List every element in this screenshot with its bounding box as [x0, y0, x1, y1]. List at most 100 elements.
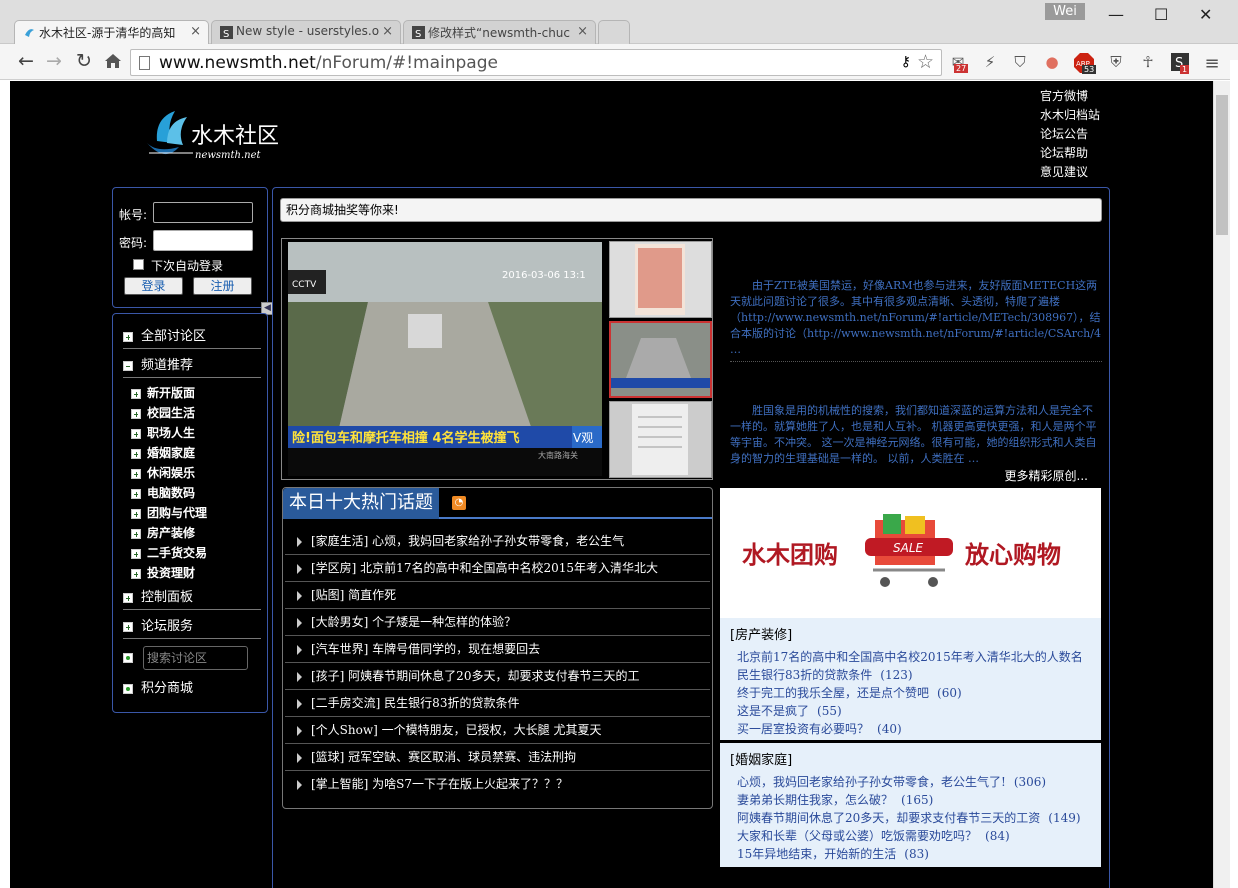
hot-topic-row[interactable]: [大龄男女] 个子矮是一种怎样的体验？	[285, 609, 710, 636]
hot-topic-row[interactable]: [二手房交流] 民生银行83折的贷款条件	[285, 690, 710, 717]
channel-label: 职场人生	[147, 426, 196, 440]
section-post[interactable]: 心烦，我妈回老家给孙子孙女带零食，老公生气了! (306)	[737, 773, 1046, 790]
nav-label: 积分商城	[141, 681, 194, 696]
extension-shield-icon[interactable]: ⛉	[1010, 53, 1030, 73]
address-bar[interactable]: www.newsmth.net/nForum/#!mainpage ⚷ ☆	[130, 49, 942, 76]
more-originals-link[interactable]: 更多精彩原创...	[1004, 468, 1088, 484]
hot-topic-row[interactable]: [家庭生活] 心烦，我妈回老家给孙子孙女带零食，老公生气	[285, 528, 710, 555]
notice-bar[interactable]: 积分商城抽奖等你来!	[280, 198, 1102, 222]
section-title[interactable]: [婚姻家庭]	[730, 749, 792, 768]
channel-item[interactable]: 休闲娱乐	[131, 463, 195, 483]
slider-thumb-2[interactable]	[609, 321, 712, 398]
expand-icon	[131, 548, 141, 559]
expand-icon	[131, 408, 141, 419]
scrollbar-thumb[interactable]	[1216, 95, 1228, 235]
profile-button[interactable]: Wei	[1045, 3, 1085, 20]
toolbar: ← → ↻ www.newsmth.net/nForum/#!mainpage …	[0, 44, 1238, 80]
reload-icon[interactable]: ↻	[76, 50, 92, 72]
channel-item[interactable]: 新开版面	[131, 383, 195, 403]
section-post[interactable]: 终于完工的我乐全屋，还是点个赞吧 (60)	[737, 684, 962, 701]
post-count: (40)	[877, 722, 902, 736]
remember-checkbox[interactable]	[133, 259, 144, 270]
section-title[interactable]: [房产装修]	[730, 624, 792, 643]
channel-item[interactable]: 房产装修	[131, 523, 195, 543]
tab-newsmth[interactable]: 水木社区-源于清华的高知 ×	[14, 20, 209, 44]
login-button[interactable]: 登录	[124, 277, 183, 295]
badge: 1	[1180, 65, 1190, 74]
extension-bolt-icon[interactable]: ⚡	[980, 53, 1000, 73]
nav-points-mall[interactable]: 积分商城	[123, 678, 261, 700]
link-weibo[interactable]: 官方微博	[1040, 87, 1100, 106]
page-viewport: 水木社区 newsmth.net 官方微博 水木归档站 论坛公告 论坛帮助 意见…	[10, 81, 1213, 888]
link-announcement[interactable]: 论坛公告	[1040, 125, 1100, 144]
new-tab-button[interactable]	[598, 20, 630, 44]
channel-item[interactable]: 校园生活	[131, 403, 195, 423]
extension-ghost-icon[interactable]: ⛨	[1106, 53, 1126, 73]
nav-all-boards[interactable]: 全部讨论区	[123, 326, 261, 349]
channel-item[interactable]: 婚姻家庭	[131, 443, 195, 463]
section-post[interactable]: 阿姨春节期间休息了20多天，却要求支付春节三天的工资 (149)	[737, 809, 1081, 826]
hot-topic-row[interactable]: [汽车世界] 车牌号借同学的，现在想要回去	[285, 636, 710, 663]
channel-item[interactable]: 职场人生	[131, 423, 195, 443]
section-post[interactable]: 15年异地结束，开始新的生活 (83)	[737, 845, 929, 862]
back-icon[interactable]: ←	[18, 50, 34, 72]
featured-post-2[interactable]: 胜国象是用的机械性的搜索，我们都知道深蓝的运算方法和人是完全不一样的。就算她胜了…	[730, 403, 1102, 467]
hot-topic-row[interactable]: [贴图] 简直作死	[285, 582, 710, 609]
section-post[interactable]: 这是不是疯了 (55)	[737, 702, 842, 719]
tab-close-icon[interactable]: ×	[190, 24, 201, 39]
board-search-input[interactable]: 搜索讨论区	[143, 646, 248, 670]
hot-topic-row[interactable]: [孩子] 阿姨春节期间休息了20多天，却要求支付春节三天的工	[285, 663, 710, 690]
minimize-icon[interactable]: —	[1108, 5, 1124, 24]
tab-close-icon[interactable]: ×	[382, 24, 393, 39]
slider-main-image[interactable]: CCTV 2016-03-06 13:1 险!面包车和摩托车相撞 4名学生被撞飞…	[288, 242, 602, 476]
maximize-icon[interactable]: ☐	[1154, 5, 1168, 24]
section-post[interactable]: 妻弟弟长期住我家，怎么破？ (165)	[737, 791, 933, 808]
rss-icon[interactable]: ◔	[452, 496, 466, 510]
nav-control-panel[interactable]: 控制面板	[123, 587, 261, 610]
adblock-icon[interactable]: ABP 53	[1074, 53, 1097, 74]
slider-thumb-3[interactable]	[609, 401, 712, 478]
hot-topic-row[interactable]: [个人Show] 一个模特朋友，已授权，大长腿 尤其夏天	[285, 717, 710, 744]
tab-userstyles[interactable]: S New style - userstyles.o ×	[211, 20, 401, 44]
hot-topic-row[interactable]: [学区房] 北京前17名的高中和全国高中名校2015年考入清华北大	[285, 555, 710, 582]
nav-forum-service[interactable]: 论坛服务	[123, 616, 261, 639]
section-post[interactable]: 买一居室投资有必要吗？ (40)	[737, 720, 902, 737]
tab-close-icon[interactable]: ×	[577, 24, 588, 39]
thumb-document-image	[635, 244, 685, 315]
hot-topic-row[interactable]: [掌上智能] 为啥S7一下子在版上火起来了？？？	[285, 771, 710, 798]
featured-post-1[interactable]: 由于ZTE被美国禁运，好像ARM也参与进来，友好版面METECH这两天就此问题讨…	[730, 278, 1102, 358]
slider-thumb-1[interactable]	[609, 241, 712, 318]
stylish-extension-icon[interactable]: S1	[1170, 53, 1190, 74]
channel-item[interactable]: 投资理财	[131, 563, 195, 583]
url-text[interactable]: www.newsmth.net/nForum/#!mainpage	[159, 53, 498, 73]
group-buy-banner[interactable]: 水木团购 SALE 放心购物	[720, 488, 1101, 618]
section-post[interactable]: 北京前17名的高中和全国高中名校2015年考入清华北大的人数名	[737, 648, 1091, 665]
channel-item[interactable]: 二手货交易	[131, 543, 207, 563]
bookmark-star-icon[interactable]: ☆	[917, 51, 934, 73]
section-post[interactable]: 民生银行83折的贷款条件 (123)	[737, 666, 913, 683]
nav-channels[interactable]: 频道推荐	[123, 355, 261, 378]
close-window-icon[interactable]: ✕	[1199, 5, 1212, 24]
tab-edit-style[interactable]: S 修改样式“newsmth-chuc ×	[403, 20, 596, 44]
link-feedback[interactable]: 意见建议	[1040, 163, 1100, 182]
section-post[interactable]: 大家和长辈（父母或公婆）吃饭需要劝吃吗？ (84)	[737, 827, 1010, 844]
account-input[interactable]	[153, 202, 253, 223]
menu-icon[interactable]: ≡	[1202, 53, 1222, 74]
channel-item[interactable]: 电脑数码	[131, 483, 195, 503]
channel-label: 婚姻家庭	[147, 446, 196, 460]
register-button[interactable]: 注册	[193, 277, 252, 295]
link-archive[interactable]: 水木归档站	[1040, 106, 1100, 125]
extension-ankh-icon[interactable]: ☥	[1138, 53, 1158, 73]
key-icon[interactable]: ⚷	[901, 54, 911, 70]
home-icon[interactable]	[104, 53, 122, 69]
extension-mail-icon[interactable]: ✉ 27	[948, 53, 969, 73]
site-logo[interactable]: 水木社区 newsmth.net	[145, 103, 285, 167]
hot-topic-row[interactable]: [篮球] 冠军空缺、赛区取消、球员禁赛、违法刑拘	[285, 744, 710, 771]
shopping-cart-icon: SALE	[865, 514, 953, 587]
password-input[interactable]	[153, 230, 253, 251]
extension-record-icon[interactable]: ●	[1042, 53, 1062, 73]
link-help[interactable]: 论坛帮助	[1040, 144, 1100, 163]
channel-item[interactable]: 团购与代理	[131, 503, 207, 523]
forward-icon[interactable]: →	[46, 50, 62, 72]
vertical-scrollbar[interactable]	[1213, 81, 1230, 888]
